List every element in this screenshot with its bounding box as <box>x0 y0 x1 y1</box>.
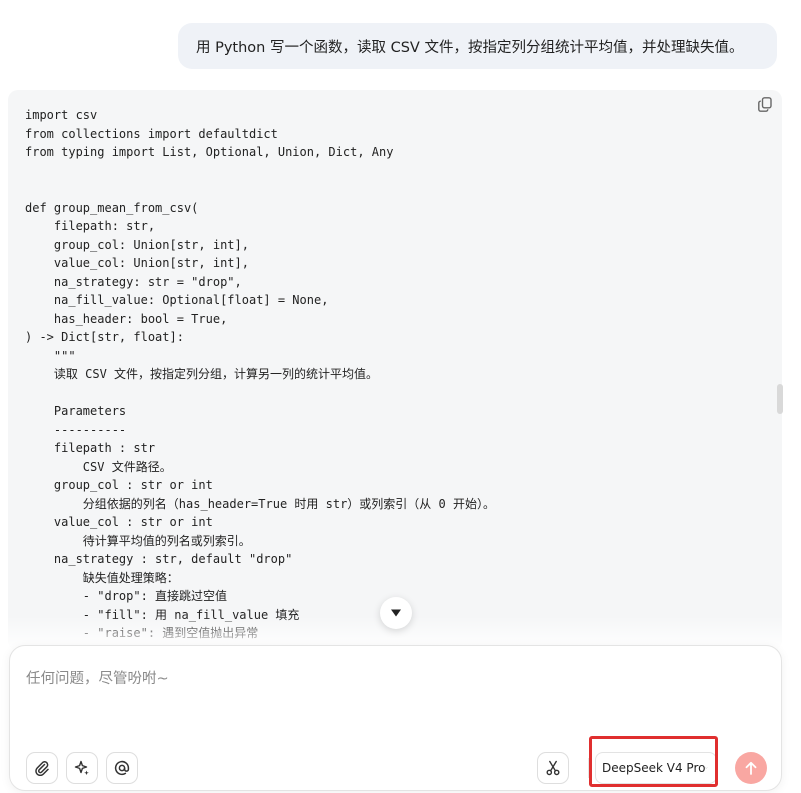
code-line: group_col: Union[str, int], <box>25 237 249 252</box>
prompt-input[interactable] <box>26 668 726 690</box>
copy-code-button[interactable] <box>756 95 774 113</box>
screenshot-button[interactable] <box>537 752 569 784</box>
code-line: filepath: str, <box>25 219 156 233</box>
at-icon <box>114 760 130 776</box>
code-line: def group_mean_from_csv( <box>25 200 199 215</box>
code-line: na_strategy : str, default "drop" <box>25 552 293 566</box>
code-line: 缺失值处理策略： <box>25 570 179 585</box>
code-line: """ <box>25 348 76 363</box>
user-message-bubble: 用 Python 写一个函数，读取 CSV 文件，按指定列分组统计平均值，并处理… <box>178 23 777 69</box>
code-line: CSV 文件路径。 <box>25 459 172 474</box>
page-scrollbar-thumb[interactable] <box>777 384 783 414</box>
code-line: ---------- <box>25 422 127 437</box>
code-line: na_fill_value: Optional[float] = None, <box>25 293 329 307</box>
code-line: from collections import defaultdict <box>25 126 278 141</box>
code-content: import csv from collections import defaul… <box>25 106 495 643</box>
code-line: import csv <box>25 108 98 122</box>
code-line: value_col : str or int <box>25 515 213 529</box>
mention-button[interactable] <box>106 752 138 784</box>
paperclip-icon <box>35 761 49 776</box>
scissors-icon <box>546 760 560 776</box>
code-line: ) -> Dict[str, float]: <box>25 330 184 344</box>
user-message-text: 用 Python 写一个函数，读取 CSV 文件，按指定列分组统计平均值，并处理… <box>196 39 744 56</box>
code-line: has_header: bool = True, <box>25 311 228 326</box>
attach-file-button[interactable] <box>26 752 58 784</box>
code-line: - "drop": 直接跳过空值 <box>25 589 228 603</box>
scroll-to-bottom-button[interactable] <box>380 597 412 629</box>
send-button[interactable] <box>735 752 767 784</box>
code-line: na_strategy: str = "drop", <box>25 274 242 289</box>
code-line: filepath : str <box>25 441 156 455</box>
code-line: 待计算平均值的列名或列索引。 <box>25 533 251 548</box>
arrow-down-icon <box>391 609 401 617</box>
code-line: 分组依据的列名（has_header=True 时用 str）或列索引（从 0 … <box>25 496 495 511</box>
arrow-up-icon <box>745 761 757 775</box>
code-line: 读取 CSV 文件，按指定列分组，计算另一列的统计平均值。 <box>25 367 379 381</box>
sparkle-icon <box>74 760 89 776</box>
copy-icon <box>758 96 772 112</box>
model-selector-highlight <box>589 736 718 787</box>
code-line: value_col: Union[str, int], <box>25 256 249 270</box>
code-line: group_col : str or int <box>25 478 213 492</box>
code-line: from typing import List, Optional, Union… <box>25 145 394 159</box>
code-line: Parameters <box>25 404 127 418</box>
smart-mode-button[interactable] <box>66 752 98 784</box>
code-block: import csv from collections import defaul… <box>8 90 782 650</box>
